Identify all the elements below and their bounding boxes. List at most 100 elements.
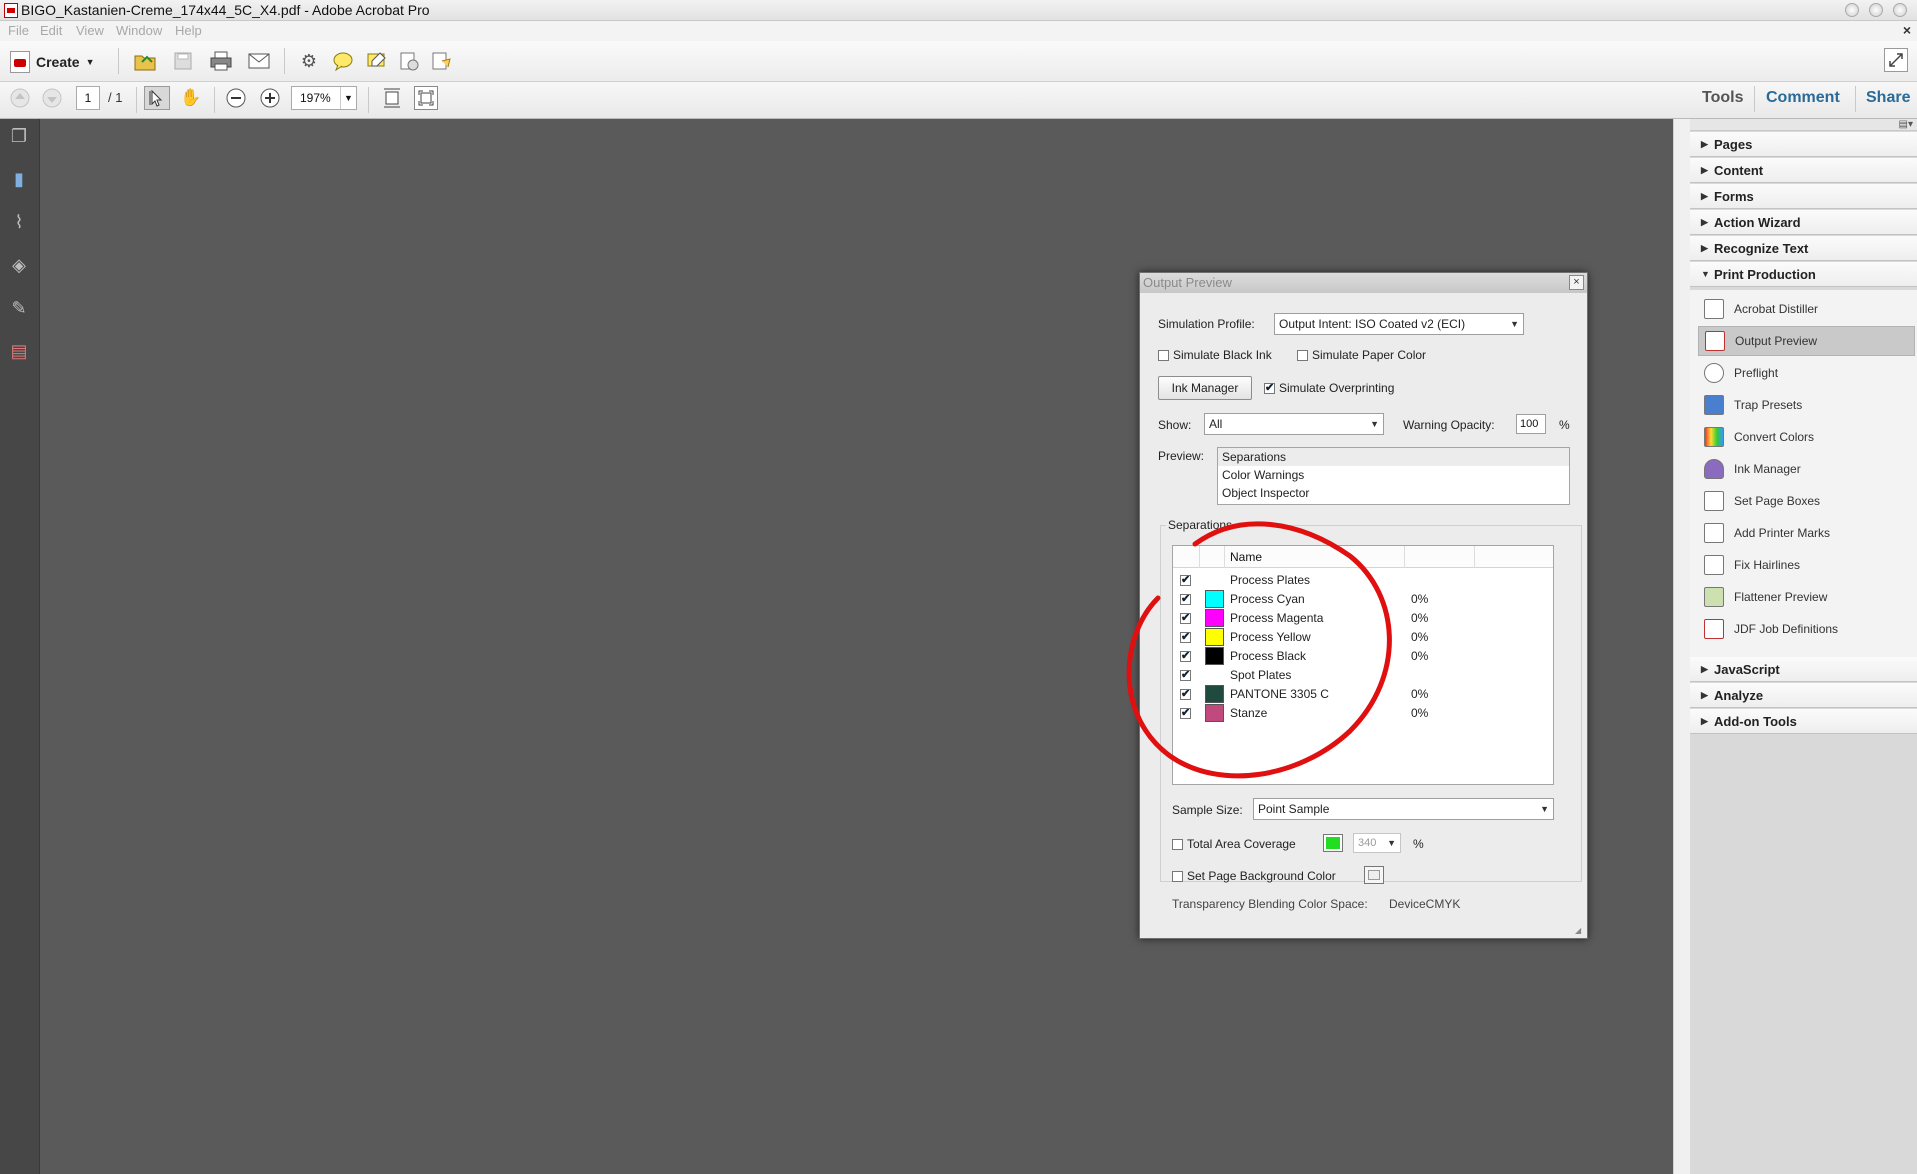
fit-page-width-icon[interactable] (380, 86, 404, 110)
ink-manager-button[interactable]: Ink Manager (1158, 376, 1252, 400)
panel-menu-icon[interactable]: ▤▾ (1899, 119, 1913, 130)
tool-trap-presets[interactable]: Trap Presets (1698, 390, 1915, 420)
panel-action-wizard[interactable]: ▶ Action Wizard (1690, 210, 1917, 235)
coverage-value-select[interactable]: 340 ▼ (1353, 833, 1401, 853)
tool-output-preview[interactable]: Output Preview (1698, 326, 1915, 356)
menu-window[interactable]: Window (116, 23, 162, 38)
panel-pages[interactable]: ▶ Pages (1690, 132, 1917, 157)
page-background-swatch[interactable] (1364, 866, 1384, 884)
tool-preflight[interactable]: Preflight (1698, 358, 1915, 388)
expand-view-icon[interactable] (1884, 48, 1908, 72)
simulate-overprinting-checkbox[interactable] (1264, 381, 1275, 394)
tools-tab[interactable]: Tools (1702, 89, 1743, 107)
stamp-icon[interactable] (396, 48, 422, 74)
close-window-button[interactable] (1893, 3, 1907, 17)
comment-icon[interactable] (330, 48, 356, 74)
panel-recognize-text[interactable]: ▶ Recognize Text (1690, 236, 1917, 261)
simulate-black-ink-checkbox[interactable] (1158, 350, 1169, 361)
dialog-close-button[interactable]: × (1569, 275, 1584, 290)
menu-help[interactable]: Help (175, 23, 202, 38)
print-icon[interactable] (208, 48, 234, 74)
menu-file[interactable]: File (8, 23, 29, 38)
separation-row[interactable]: Process Black 0% (1173, 647, 1553, 666)
layers-icon[interactable]: ◈ (8, 254, 30, 276)
content-icon[interactable]: ▤ (8, 340, 30, 362)
tool-jdf-job-definitions[interactable]: JDF Job Definitions (1698, 614, 1915, 644)
email-icon[interactable] (246, 48, 272, 74)
panel-javascript[interactable]: ▶ JavaScript (1690, 657, 1917, 682)
zoom-out-icon[interactable] (224, 86, 248, 110)
page-number-input[interactable]: 1 (76, 86, 100, 110)
tool-ink-manager[interactable]: Ink Manager (1698, 454, 1915, 484)
gear-icon[interactable]: ⚙ (296, 48, 322, 74)
separation-row[interactable]: Stanze 0% (1173, 704, 1553, 723)
tool-fix-hairlines[interactable]: Fix Hairlines (1698, 550, 1915, 580)
page-thumbnails-icon[interactable]: ❐ (8, 125, 30, 147)
separation-checkbox[interactable] (1180, 687, 1191, 700)
tool-add-printer-marks[interactable]: Add Printer Marks (1698, 518, 1915, 548)
separation-percent: 0% (1411, 687, 1429, 701)
name-column-header[interactable]: Name (1230, 550, 1262, 564)
tool-acrobat-distiller[interactable]: Acrobat Distiller (1698, 294, 1915, 324)
dialog-title[interactable]: Output Preview (1140, 273, 1587, 293)
menu-view[interactable]: View (76, 23, 104, 38)
save-icon[interactable] (170, 48, 196, 74)
signatures-icon[interactable]: ✎ (8, 297, 30, 319)
preview-option-separations[interactable]: Separations (1218, 448, 1569, 466)
comment-tab[interactable]: Comment (1766, 89, 1840, 107)
panel-forms[interactable]: ▶ Forms (1690, 184, 1917, 209)
hand-tool-icon[interactable]: ✋ (178, 86, 204, 110)
preview-option-color-warnings[interactable]: Color Warnings (1218, 466, 1569, 484)
separation-row[interactable]: Process Cyan 0% (1173, 590, 1553, 609)
navigation-pane: ❐ ▮ ⌇ ◈ ✎ ▤ (0, 119, 40, 1174)
tool-flattener-preview[interactable]: Flattener Preview (1698, 582, 1915, 612)
maximize-button[interactable] (1869, 3, 1883, 17)
preview-option-object-inspector[interactable]: Object Inspector (1218, 484, 1569, 502)
resize-grip-icon[interactable]: ◢ (1575, 926, 1585, 936)
vertical-scrollbar[interactable] (1673, 119, 1690, 1174)
separation-row[interactable]: Spot Plates (1173, 666, 1553, 685)
sign-document-icon[interactable] (428, 48, 454, 74)
separation-name: Process Magenta (1230, 611, 1324, 625)
tool-set-page-boxes[interactable]: Set Page Boxes (1698, 486, 1915, 516)
panel-content[interactable]: ▶ Content (1690, 158, 1917, 183)
zoom-in-icon[interactable] (258, 86, 282, 110)
separation-checkbox[interactable] (1180, 706, 1191, 719)
separation-checkbox[interactable] (1180, 611, 1191, 624)
simulate-paper-color-checkbox[interactable] (1297, 350, 1308, 361)
select-tool-icon[interactable] (144, 86, 170, 110)
create-button[interactable]: Create ▼ (10, 49, 95, 75)
coverage-color-swatch[interactable] (1323, 834, 1343, 852)
attachments-icon[interactable]: ⌇ (8, 211, 30, 233)
simulation-profile-select[interactable]: Output Intent: ISO Coated v2 (ECI) ▼ (1274, 313, 1524, 335)
separation-row[interactable]: PANTONE 3305 C 0% (1173, 685, 1553, 704)
previous-page-icon[interactable] (8, 86, 32, 110)
separation-checkbox[interactable] (1180, 573, 1191, 586)
separation-checkbox[interactable] (1180, 592, 1191, 605)
tool-convert-colors[interactable]: Convert Colors (1698, 422, 1915, 452)
menu-edit[interactable]: Edit (40, 23, 62, 38)
share-tab[interactable]: Share (1866, 89, 1910, 107)
separation-checkbox[interactable] (1180, 649, 1191, 662)
separation-checkbox[interactable] (1180, 668, 1191, 681)
next-page-icon[interactable] (40, 86, 64, 110)
separation-row[interactable]: Process Yellow 0% (1173, 628, 1553, 647)
panel-add-on-tools[interactable]: ▶ Add-on Tools (1690, 709, 1917, 734)
total-area-coverage-checkbox[interactable] (1172, 839, 1183, 850)
highlight-icon[interactable] (364, 48, 390, 74)
show-select[interactable]: All ▼ (1204, 413, 1384, 435)
warning-opacity-input[interactable]: 100 (1516, 414, 1546, 434)
sample-size-select[interactable]: Point Sample ▼ (1253, 798, 1554, 820)
separation-row[interactable]: Process Magenta 0% (1173, 609, 1553, 628)
bookmarks-icon[interactable]: ▮ (8, 168, 30, 190)
open-folder-icon[interactable] (132, 48, 158, 74)
set-page-background-checkbox[interactable] (1172, 871, 1183, 882)
separation-checkbox[interactable] (1180, 630, 1191, 643)
minimize-button[interactable] (1845, 3, 1859, 17)
close-document-icon[interactable]: × (1903, 22, 1911, 38)
panel-print-production[interactable]: ▼ Print Production (1690, 262, 1917, 287)
separation-row[interactable]: Process Plates (1173, 571, 1553, 590)
fit-page-icon[interactable] (414, 86, 438, 110)
panel-analyze[interactable]: ▶ Analyze (1690, 683, 1917, 708)
zoom-level-select[interactable]: 197% ▼ (291, 86, 357, 110)
